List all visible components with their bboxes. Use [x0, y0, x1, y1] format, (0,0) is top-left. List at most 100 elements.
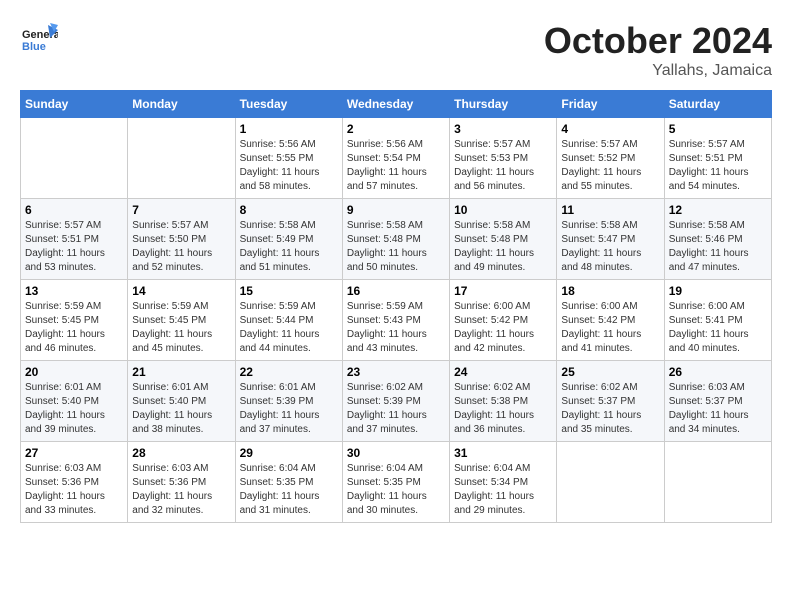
day-number: 26 [669, 365, 767, 379]
calendar-cell: 9 Sunrise: 5:58 AM Sunset: 5:48 PM Daylig… [342, 199, 449, 280]
day-info: Sunrise: 6:02 AM Sunset: 5:38 PM Dayligh… [454, 381, 552, 437]
calendar-week-row: 13 Sunrise: 5:59 AM Sunset: 5:45 PM Dayli… [21, 280, 772, 361]
weekday-header: Thursday [450, 91, 557, 118]
calendar-week-row: 6Sunrise: 5:57 AM Sunset: 5:51 PM Daylig… [21, 199, 772, 280]
day-number: 11 [561, 203, 659, 217]
calendar-week-row: 20 Sunrise: 6:01 AM Sunset: 5:40 PM Dayli… [21, 361, 772, 442]
calendar-cell: 23Sunrise: 6:02 AM Sunset: 5:39 PM Dayli… [342, 361, 449, 442]
day-info: Sunrise: 6:03 AM Sunset: 5:36 PM Dayligh… [25, 462, 123, 518]
day-info: Sunrise: 5:58 AM Sunset: 5:49 PM Dayligh… [240, 219, 338, 275]
day-number: 12 [669, 203, 767, 217]
day-number: 16 [347, 284, 445, 298]
day-info: Sunrise: 6:04 AM Sunset: 5:35 PM Dayligh… [347, 462, 445, 518]
day-number: 5 [669, 122, 767, 136]
day-info: Sunrise: 5:58 AM Sunset: 5:48 PM Dayligh… [347, 219, 445, 275]
day-number: 1 [240, 122, 338, 136]
weekday-header: Tuesday [235, 91, 342, 118]
calendar-cell: 17 Sunrise: 6:00 AM Sunset: 5:42 PM Dayli… [450, 280, 557, 361]
day-info: Sunrise: 6:01 AM Sunset: 5:40 PM Dayligh… [132, 381, 230, 437]
day-number: 24 [454, 365, 552, 379]
day-number: 3 [454, 122, 552, 136]
calendar-cell: 30 Sunrise: 6:04 AM Sunset: 5:35 PM Dayli… [342, 442, 449, 523]
calendar-cell: 2Sunrise: 5:56 AM Sunset: 5:54 PM Daylig… [342, 118, 449, 199]
calendar-cell [21, 118, 128, 199]
day-number: 27 [25, 446, 123, 460]
calendar-week-row: 1Sunrise: 5:56 AM Sunset: 5:55 PM Daylig… [21, 118, 772, 199]
day-number: 17 [454, 284, 552, 298]
weekday-header: Saturday [664, 91, 771, 118]
day-info: Sunrise: 5:58 AM Sunset: 5:46 PM Dayligh… [669, 219, 767, 275]
weekday-header: Friday [557, 91, 664, 118]
location: Yallahs, Jamaica [544, 62, 772, 80]
day-info: Sunrise: 5:58 AM Sunset: 5:47 PM Dayligh… [561, 219, 659, 275]
calendar-cell: 24 Sunrise: 6:02 AM Sunset: 5:38 PM Dayli… [450, 361, 557, 442]
day-info: Sunrise: 5:58 AM Sunset: 5:48 PM Dayligh… [454, 219, 552, 275]
calendar-cell: 15Sunrise: 5:59 AM Sunset: 5:44 PM Dayli… [235, 280, 342, 361]
day-info: Sunrise: 6:00 AM Sunset: 5:41 PM Dayligh… [669, 300, 767, 356]
day-info: Sunrise: 6:04 AM Sunset: 5:34 PM Dayligh… [454, 462, 552, 518]
calendar-cell [128, 118, 235, 199]
day-number: 30 [347, 446, 445, 460]
calendar-cell: 7 Sunrise: 5:57 AM Sunset: 5:50 PM Daylig… [128, 199, 235, 280]
day-number: 22 [240, 365, 338, 379]
calendar-cell: 6Sunrise: 5:57 AM Sunset: 5:51 PM Daylig… [21, 199, 128, 280]
calendar-cell [557, 442, 664, 523]
day-info: Sunrise: 5:57 AM Sunset: 5:50 PM Dayligh… [132, 219, 230, 275]
day-info: Sunrise: 6:00 AM Sunset: 5:42 PM Dayligh… [454, 300, 552, 356]
day-number: 9 [347, 203, 445, 217]
month-title: October 2024 [544, 20, 772, 62]
day-number: 31 [454, 446, 552, 460]
day-info: Sunrise: 5:57 AM Sunset: 5:53 PM Dayligh… [454, 138, 552, 194]
day-info: Sunrise: 6:04 AM Sunset: 5:35 PM Dayligh… [240, 462, 338, 518]
weekday-header: Wednesday [342, 91, 449, 118]
day-number: 10 [454, 203, 552, 217]
day-number: 13 [25, 284, 123, 298]
svg-text:Blue: Blue [22, 41, 46, 53]
calendar-cell: 12 Sunrise: 5:58 AM Sunset: 5:46 PM Dayli… [664, 199, 771, 280]
day-info: Sunrise: 5:59 AM Sunset: 5:45 PM Dayligh… [25, 300, 123, 356]
calendar-cell: 22 Sunrise: 6:01 AM Sunset: 5:39 PM Dayli… [235, 361, 342, 442]
day-info: Sunrise: 5:59 AM Sunset: 5:44 PM Dayligh… [240, 300, 338, 356]
logo: General Blue [20, 20, 58, 58]
calendar-cell: 20 Sunrise: 6:01 AM Sunset: 5:40 PM Dayli… [21, 361, 128, 442]
calendar-cell: 3 Sunrise: 5:57 AM Sunset: 5:53 PM Daylig… [450, 118, 557, 199]
day-info: Sunrise: 5:59 AM Sunset: 5:45 PM Dayligh… [132, 300, 230, 356]
calendar-cell: 5 Sunrise: 5:57 AM Sunset: 5:51 PM Daylig… [664, 118, 771, 199]
day-number: 4 [561, 122, 659, 136]
calendar-cell: 29 Sunrise: 6:04 AM Sunset: 5:35 PM Dayli… [235, 442, 342, 523]
day-info: Sunrise: 5:59 AM Sunset: 5:43 PM Dayligh… [347, 300, 445, 356]
calendar-cell: 8 Sunrise: 5:58 AM Sunset: 5:49 PM Daylig… [235, 199, 342, 280]
day-info: Sunrise: 5:57 AM Sunset: 5:51 PM Dayligh… [669, 138, 767, 194]
calendar-cell: 10 Sunrise: 5:58 AM Sunset: 5:48 PM Dayli… [450, 199, 557, 280]
page-header: General Blue October 2024 Yallahs, Jamai… [20, 20, 772, 80]
day-info: Sunrise: 6:00 AM Sunset: 5:42 PM Dayligh… [561, 300, 659, 356]
calendar-week-row: 27 Sunrise: 6:03 AM Sunset: 5:36 PM Dayli… [21, 442, 772, 523]
day-number: 7 [132, 203, 230, 217]
calendar-cell: 13 Sunrise: 5:59 AM Sunset: 5:45 PM Dayli… [21, 280, 128, 361]
calendar-cell: 31 Sunrise: 6:04 AM Sunset: 5:34 PM Dayli… [450, 442, 557, 523]
day-number: 18 [561, 284, 659, 298]
day-number: 8 [240, 203, 338, 217]
day-info: Sunrise: 5:56 AM Sunset: 5:54 PM Dayligh… [347, 138, 445, 194]
calendar-cell: 4Sunrise: 5:57 AM Sunset: 5:52 PM Daylig… [557, 118, 664, 199]
day-number: 6 [25, 203, 123, 217]
day-number: 19 [669, 284, 767, 298]
calendar-cell: 14 Sunrise: 5:59 AM Sunset: 5:45 PM Dayli… [128, 280, 235, 361]
calendar-cell: 28Sunrise: 6:03 AM Sunset: 5:36 PM Dayli… [128, 442, 235, 523]
day-number: 29 [240, 446, 338, 460]
day-number: 20 [25, 365, 123, 379]
day-info: Sunrise: 6:01 AM Sunset: 5:40 PM Dayligh… [25, 381, 123, 437]
day-number: 23 [347, 365, 445, 379]
day-info: Sunrise: 6:01 AM Sunset: 5:39 PM Dayligh… [240, 381, 338, 437]
calendar-cell: 18 Sunrise: 6:00 AM Sunset: 5:42 PM Dayli… [557, 280, 664, 361]
day-number: 14 [132, 284, 230, 298]
title-block: October 2024 Yallahs, Jamaica [544, 20, 772, 80]
calendar-cell: 1Sunrise: 5:56 AM Sunset: 5:55 PM Daylig… [235, 118, 342, 199]
day-number: 25 [561, 365, 659, 379]
day-info: Sunrise: 6:03 AM Sunset: 5:37 PM Dayligh… [669, 381, 767, 437]
generalblue-logo-icon: General Blue [20, 20, 58, 58]
calendar-cell [664, 442, 771, 523]
calendar-cell: 26 Sunrise: 6:03 AM Sunset: 5:37 PM Dayli… [664, 361, 771, 442]
calendar-table: SundayMondayTuesdayWednesdayThursdayFrid… [20, 90, 772, 523]
day-number: 28 [132, 446, 230, 460]
